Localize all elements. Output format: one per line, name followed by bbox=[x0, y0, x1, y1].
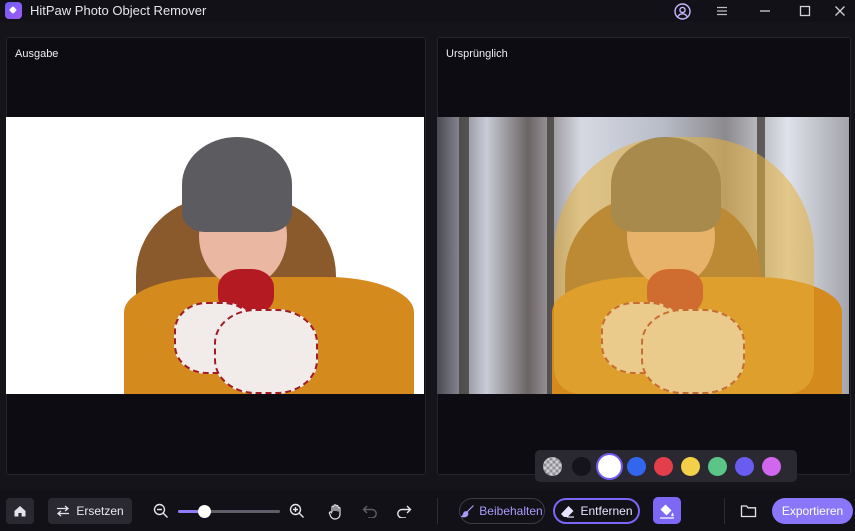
pan-tool-button[interactable] bbox=[326, 500, 346, 522]
swatch-black[interactable] bbox=[572, 457, 591, 476]
right-mitten-shape bbox=[214, 309, 318, 394]
open-folder-button[interactable] bbox=[737, 500, 759, 522]
folder-icon bbox=[740, 505, 756, 518]
paint-bucket-icon bbox=[660, 504, 674, 519]
hand-icon bbox=[328, 503, 341, 520]
output-image[interactable] bbox=[6, 117, 424, 394]
maximize-button[interactable] bbox=[790, 0, 820, 22]
remove-label: Entfernen bbox=[580, 504, 633, 518]
remove-button[interactable]: Entfernen bbox=[553, 498, 640, 524]
zoom-in-button[interactable] bbox=[287, 500, 307, 522]
toolbar-divider bbox=[437, 498, 438, 524]
swap-icon bbox=[57, 505, 70, 517]
close-icon bbox=[835, 6, 845, 16]
swatch-green[interactable] bbox=[708, 457, 727, 476]
zoom-out-icon bbox=[153, 503, 168, 518]
color-palette bbox=[535, 450, 797, 482]
menu-icon bbox=[717, 6, 727, 16]
zoom-slider-thumb[interactable] bbox=[197, 505, 211, 518]
swatch-magenta[interactable] bbox=[762, 457, 781, 476]
app-logo-icon bbox=[5, 2, 22, 19]
swatch-transparent[interactable] bbox=[543, 457, 562, 476]
toolbar-divider bbox=[724, 498, 725, 524]
keep-button[interactable]: Beibehalten bbox=[459, 498, 545, 524]
zoom-out-button[interactable] bbox=[151, 500, 171, 522]
home-button[interactable] bbox=[6, 498, 34, 524]
original-image[interactable] bbox=[437, 117, 849, 394]
menu-button[interactable] bbox=[707, 0, 737, 22]
undo-button[interactable] bbox=[360, 500, 380, 522]
zoom-slider[interactable] bbox=[178, 505, 280, 518]
tree-trunk bbox=[459, 117, 469, 394]
maximize-icon bbox=[799, 5, 811, 17]
eraser-icon bbox=[561, 505, 575, 518]
redo-button[interactable] bbox=[394, 500, 414, 522]
hat-shape bbox=[182, 137, 292, 232]
home-icon bbox=[14, 506, 26, 517]
account-button[interactable] bbox=[667, 0, 697, 22]
replace-label: Ersetzen bbox=[76, 504, 124, 518]
app-title: HitPaw Photo Object Remover bbox=[30, 3, 207, 18]
export-button[interactable]: Exportieren bbox=[772, 498, 853, 524]
output-label: Ausgabe bbox=[15, 48, 59, 60]
replace-button[interactable]: Ersetzen bbox=[48, 498, 132, 524]
undo-icon bbox=[362, 505, 377, 518]
swatch-purple[interactable] bbox=[735, 457, 754, 476]
swatch-blue[interactable] bbox=[627, 457, 646, 476]
fill-color-button[interactable] bbox=[653, 497, 681, 524]
minimize-icon bbox=[760, 10, 770, 12]
zoom-in-icon bbox=[289, 503, 304, 518]
swatch-yellow[interactable] bbox=[681, 457, 700, 476]
redo-icon bbox=[397, 505, 412, 518]
swatch-white[interactable] bbox=[598, 455, 621, 478]
keep-label: Beibehalten bbox=[479, 504, 543, 518]
swatch-red[interactable] bbox=[654, 457, 673, 476]
user-icon bbox=[673, 2, 691, 20]
brush-icon bbox=[461, 505, 475, 518]
original-label: Ursprünglich bbox=[446, 48, 508, 60]
close-button[interactable] bbox=[825, 0, 855, 22]
selection-overlay bbox=[554, 137, 814, 394]
minimize-button[interactable] bbox=[750, 0, 780, 22]
